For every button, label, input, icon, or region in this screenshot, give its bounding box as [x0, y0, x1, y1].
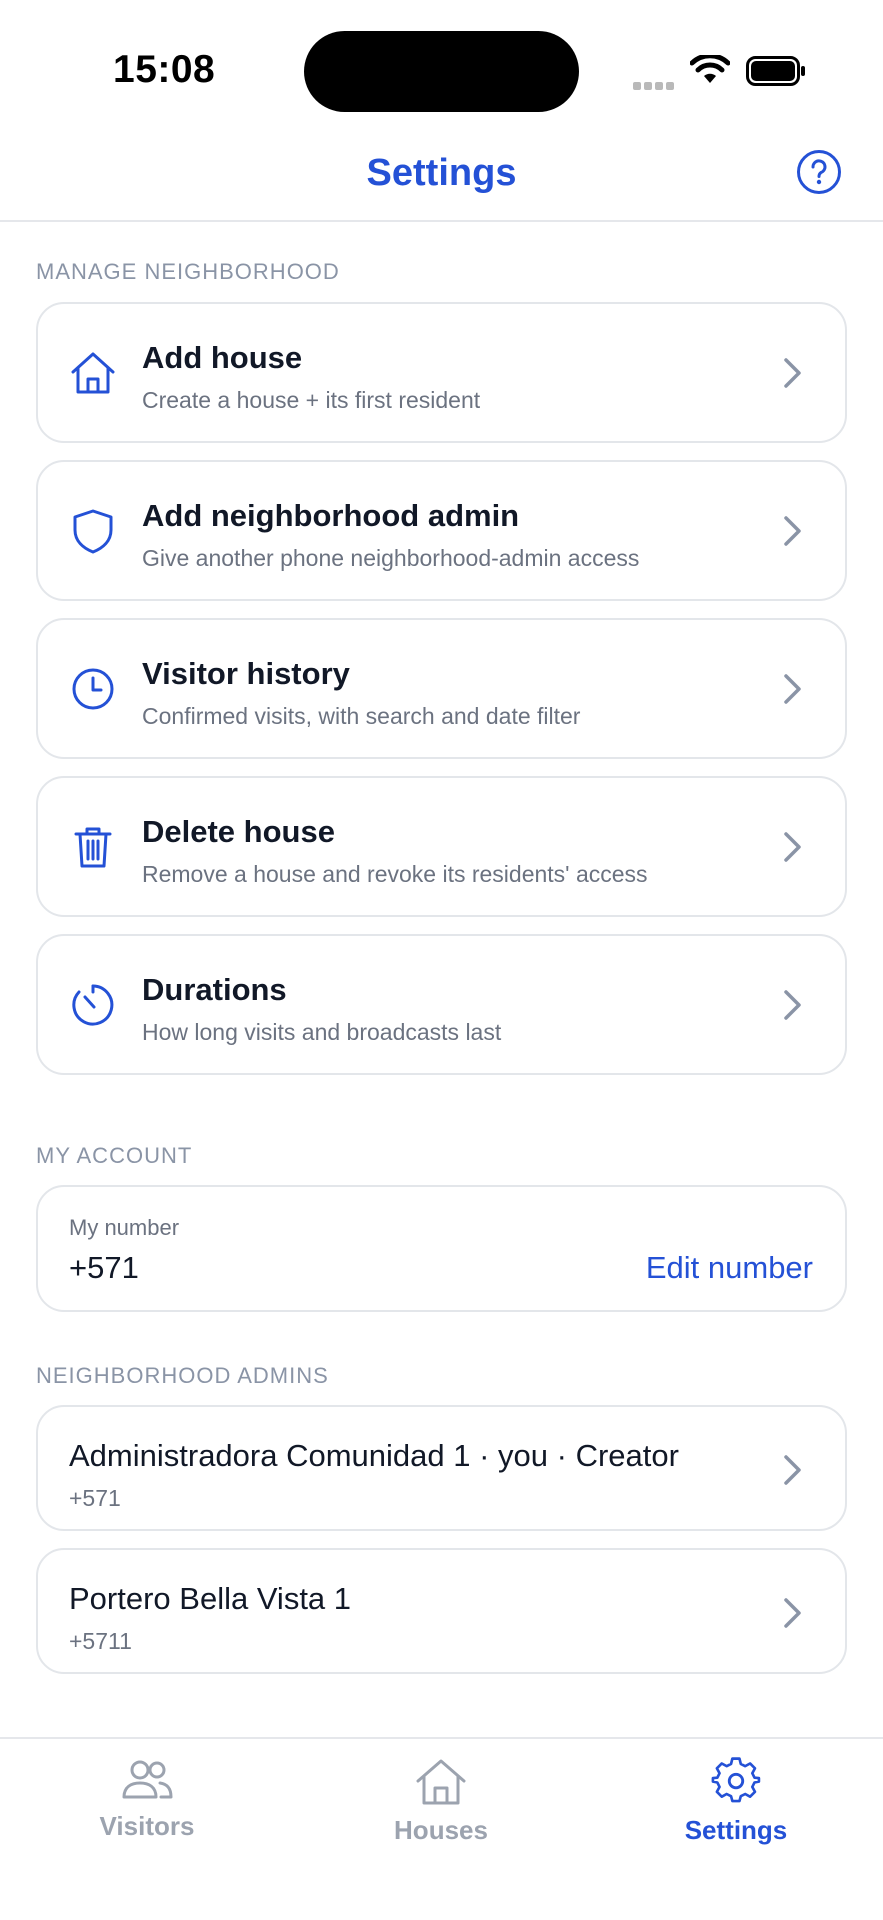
my-number-label: My number: [69, 1215, 180, 1240]
menu-title: Visitor history: [142, 656, 350, 691]
admin-row[interactable]: Portero Bella Vista 1 +5711: [36, 1548, 847, 1674]
durations-row[interactable]: Durations How long visits and broadcasts…: [36, 934, 847, 1075]
tab-label: Settings: [684, 1815, 788, 1845]
admin-phone: +5711: [69, 1628, 132, 1654]
chevron-right-icon: [784, 1455, 801, 1485]
status-bar: 15:08: [0, 0, 883, 130]
tab-bar: Visitors Houses Settings: [0, 1737, 883, 1920]
dynamic-island: [304, 31, 579, 112]
trash-icon: [74, 827, 112, 868]
admin-name: Administradora Comunidad 1 · you · Creat…: [69, 1438, 679, 1473]
admin-row[interactable]: Administradora Comunidad 1 · you · Creat…: [36, 1405, 847, 1531]
house-icon: [71, 352, 115, 394]
add-admin-row[interactable]: Add neighborhood admin Give another phon…: [36, 460, 847, 601]
tab-visitors[interactable]: Visitors: [37, 1757, 257, 1842]
question-circle-icon[interactable]: [796, 149, 842, 195]
chevron-right-icon: [784, 358, 801, 388]
tab-label: Visitors: [99, 1811, 195, 1841]
menu-title: Add neighborhood admin: [142, 498, 520, 533]
section-label-manage: MANAGE NEIGHBORHOOD: [36, 259, 340, 284]
wifi-icon: [690, 55, 730, 83]
people-icon: [122, 1760, 173, 1799]
page-title: Settings: [366, 152, 517, 194]
section-label-account: MY ACCOUNT: [36, 1143, 193, 1168]
menu-subtitle: Confirmed visits, with search and date f…: [142, 703, 581, 729]
nav-header: Settings: [0, 130, 883, 222]
menu-subtitle: Give another phone neighborhood-admin ac…: [142, 545, 640, 571]
status-time: 15:08: [113, 48, 216, 91]
menu-title: Durations: [142, 972, 287, 1007]
clock-icon: [72, 668, 114, 710]
shield-icon: [73, 509, 113, 554]
house-icon: [416, 1759, 466, 1805]
edit-number-button[interactable]: Edit number: [646, 1250, 813, 1286]
tab-label: Houses: [394, 1815, 488, 1845]
chevron-right-icon: [784, 674, 801, 704]
my-number-card: My number +571 Edit number: [36, 1185, 847, 1312]
menu-title: Add house: [142, 340, 303, 375]
tab-settings[interactable]: Settings: [626, 1757, 846, 1846]
menu-subtitle: How long visits and broadcasts last: [142, 1019, 502, 1045]
admin-name: Portero Bella Vista 1: [69, 1581, 352, 1616]
chevron-right-icon: [784, 1598, 801, 1628]
delete-house-row[interactable]: Delete house Remove a house and revoke i…: [36, 776, 847, 917]
visitor-history-row[interactable]: Visitor history Confirmed visits, with s…: [36, 618, 847, 759]
timer-icon: [72, 984, 114, 1026]
menu-subtitle: Create a house + its first resident: [142, 387, 481, 413]
gear-icon: [711, 1757, 761, 1803]
section-label-admins: NEIGHBORHOOD ADMINS: [36, 1363, 329, 1388]
battery-icon: [746, 56, 805, 86]
chevron-right-icon: [784, 990, 801, 1020]
chevron-right-icon: [784, 516, 801, 546]
menu-title: Delete house: [142, 814, 335, 849]
chevron-right-icon: [784, 832, 801, 862]
my-number-value: +571: [69, 1250, 139, 1285]
add-house-row[interactable]: Add house Create a house + its first res…: [36, 302, 847, 443]
tab-houses[interactable]: Houses: [331, 1757, 551, 1846]
admin-phone: +571: [69, 1485, 121, 1511]
menu-subtitle: Remove a house and revoke its residents'…: [142, 861, 648, 887]
cellular-signal-icon: [633, 77, 677, 90]
